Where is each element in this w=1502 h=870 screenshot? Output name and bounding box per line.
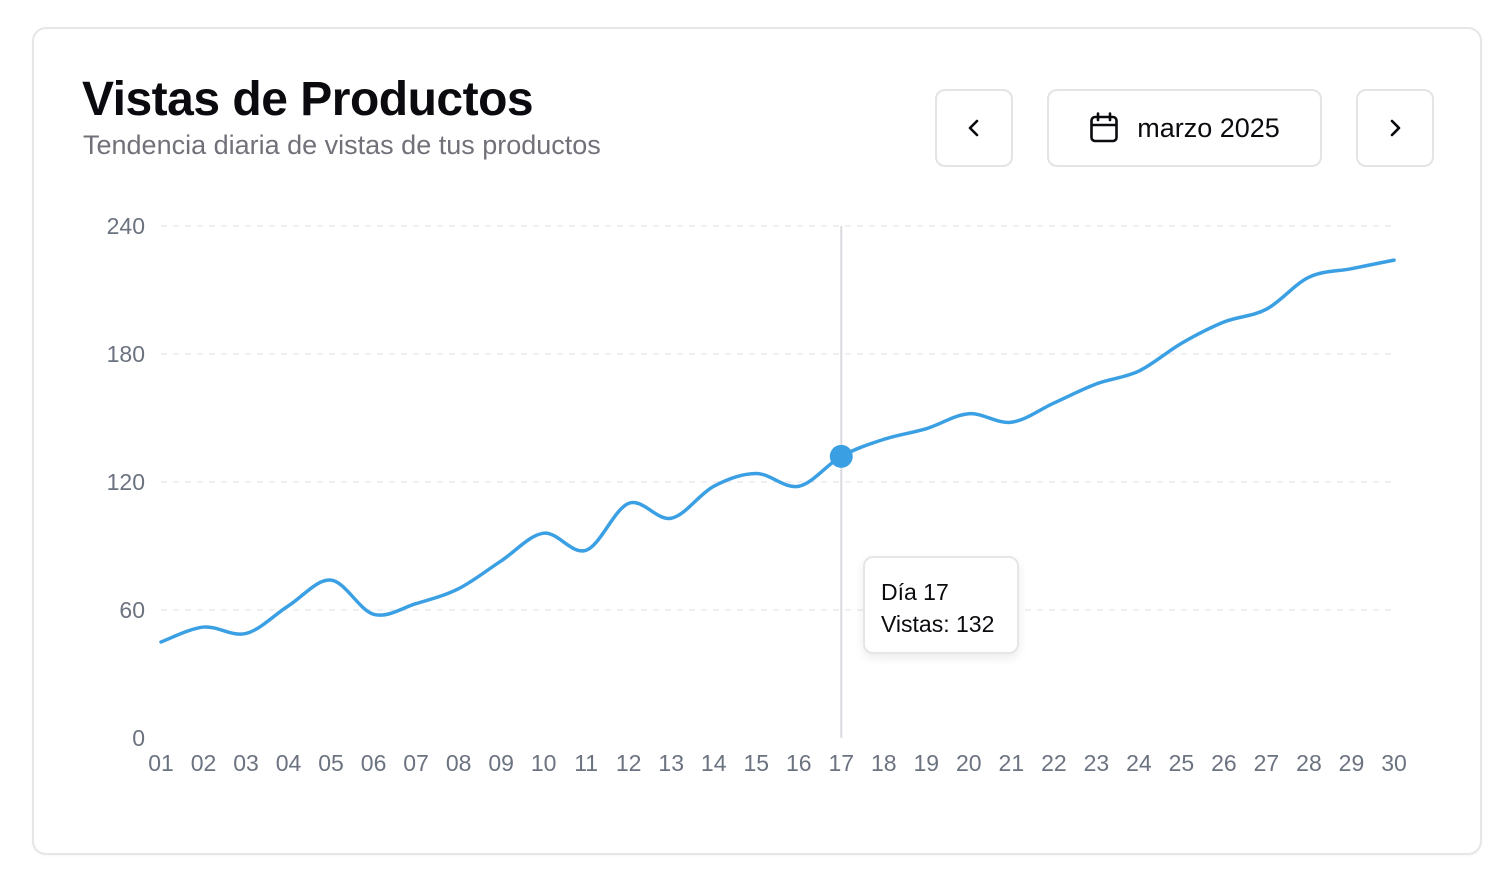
x-tick-label: 21 — [999, 750, 1025, 776]
grid-lines — [161, 225, 1394, 611]
x-tick-label: 27 — [1254, 750, 1280, 776]
x-tick-label: 24 — [1126, 750, 1152, 776]
x-tick-label: 06 — [361, 750, 387, 776]
x-tick-label: 10 — [531, 750, 557, 776]
x-tick-label: 20 — [956, 750, 982, 776]
x-tick-label: 11 — [574, 750, 598, 776]
tooltip-day: Día 17 — [881, 579, 949, 605]
x-tick-label: 22 — [1041, 750, 1067, 776]
x-tick-label: 17 — [828, 750, 854, 776]
y-tick-label: 0 — [132, 725, 145, 751]
x-tick-label: 16 — [786, 750, 812, 776]
line-chart: 0 60 120 180 240 01 02 03 04 05 06 07 08 09 10 11 12 13 1… — [107, 213, 1407, 776]
series-views — [159, 258, 1396, 644]
x-tick-label: 02 — [191, 750, 217, 776]
x-tick-label: 12 — [616, 750, 642, 776]
tooltip-views: Vistas: 132 — [881, 608, 1017, 640]
x-tick-label: 25 — [1169, 750, 1195, 776]
highlight-marker[interactable] — [829, 444, 853, 468]
x-tick-label: 03 — [233, 750, 259, 776]
x-tick-label: 05 — [318, 750, 344, 776]
series-line — [159, 258, 1396, 644]
x-tick-label: 19 — [914, 750, 940, 776]
tooltip-views-prefix: Vistas: — [881, 611, 950, 637]
x-tick-label: 28 — [1296, 750, 1322, 776]
x-tick-label: 18 — [871, 750, 897, 776]
active-data-point[interactable] — [829, 444, 853, 468]
x-tick-label: 04 — [276, 750, 302, 776]
x-axis-ticks: 01 02 03 04 05 06 07 08 09 10 11 12 13 14 15 16 17 18 19 20… — [148, 750, 1407, 776]
tooltip-views-value: 132 — [956, 611, 995, 637]
x-tick-label: 23 — [1084, 750, 1110, 776]
x-tick-label: 01 — [148, 750, 174, 776]
y-tick-label: 240 — [107, 213, 145, 239]
y-axis-ticks: 0 60 120 180 240 — [107, 213, 145, 751]
x-tick-label: 15 — [743, 750, 769, 776]
y-tick-label: 60 — [119, 597, 145, 623]
x-tick-label: 29 — [1339, 750, 1365, 776]
x-tick-label: 07 — [403, 750, 429, 776]
x-tick-label: 14 — [701, 750, 727, 776]
x-tick-label: 13 — [658, 750, 684, 776]
y-tick-label: 120 — [107, 469, 145, 495]
x-tick-label: 26 — [1211, 750, 1237, 776]
y-tick-label: 180 — [107, 341, 145, 367]
x-tick-label: 09 — [488, 750, 514, 776]
x-tick-label: 08 — [446, 750, 472, 776]
x-tick-label: 30 — [1381, 750, 1407, 776]
tooltip: Día 17 Vistas: 132 — [863, 556, 1019, 654]
